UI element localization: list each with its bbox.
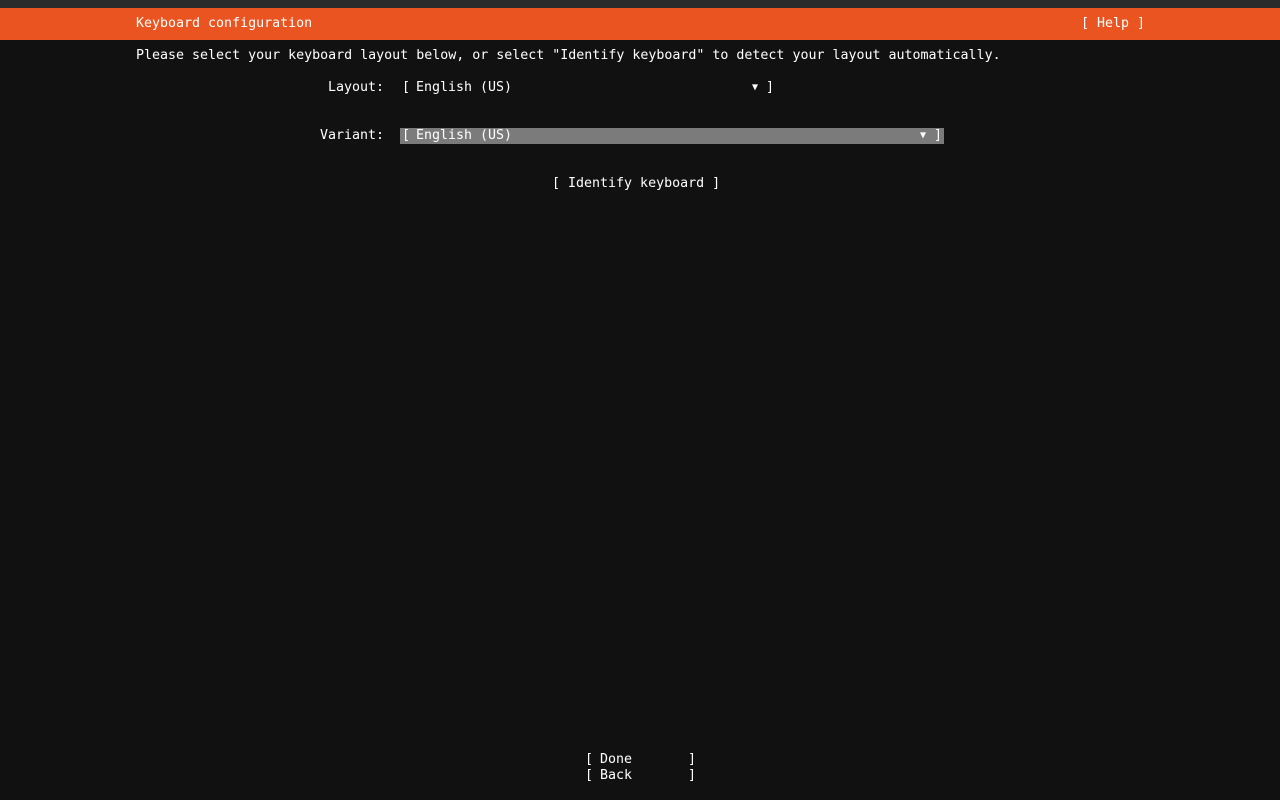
bracket-open: [ [585, 752, 594, 767]
layout-select[interactable]: [ English (US) ▼ ] [400, 80, 776, 96]
bracket-open: [ [402, 128, 411, 143]
bracket-close: ] [688, 768, 697, 783]
dropdown-arrow-icon: ▼ [752, 82, 759, 93]
variant-value: English (US) [416, 128, 513, 143]
layout-label: Layout: [327, 80, 384, 95]
identify-keyboard-button[interactable]: [ Identify keyboard ] [552, 176, 720, 192]
back-button[interactable]: [ Back ] [585, 768, 697, 784]
layout-value: English (US) [416, 80, 513, 95]
help-button[interactable]: [ Help ] [1081, 16, 1145, 32]
top-strip [0, 0, 1280, 8]
done-label: Done [600, 752, 633, 767]
page-title: Keyboard configuration [136, 16, 313, 31]
header-bar: Keyboard configuration [ Help ] [0, 8, 1280, 40]
instructions-text: Please select your keyboard layout below… [136, 48, 1001, 63]
bracket-open: [ [585, 768, 594, 783]
variant-label: Variant: [319, 128, 384, 143]
back-label: Back [600, 768, 633, 783]
dropdown-arrow-icon: ▼ [920, 130, 927, 141]
bracket-close: ] [934, 128, 943, 143]
done-button[interactable]: [ Done ] [585, 752, 697, 768]
bracket-open: [ [402, 80, 411, 95]
variant-select[interactable]: [ English (US) ▼ ] [400, 128, 944, 144]
bracket-close: ] [688, 752, 697, 767]
bracket-close: ] [766, 80, 775, 95]
